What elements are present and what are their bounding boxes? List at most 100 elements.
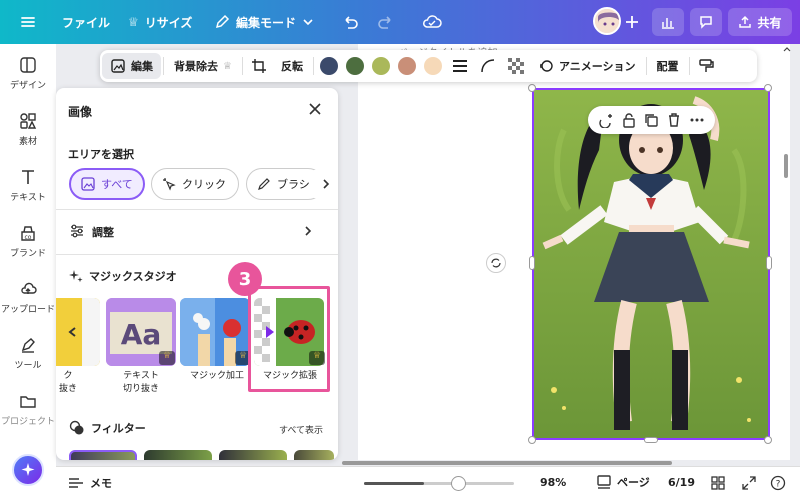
position-button[interactable]: 配置	[649, 50, 687, 82]
tile-label: マジック加工	[189, 371, 244, 381]
pages-icon	[596, 474, 612, 490]
comment-icon	[698, 14, 714, 30]
zoom-percent[interactable]: 98%	[540, 476, 566, 489]
cloud-upload-icon	[19, 280, 37, 298]
top-bar: ファイル ♕ リサイズ 編集モード 共有	[0, 0, 800, 44]
vertical-scrollbar[interactable]	[784, 154, 788, 178]
color-swatch-1[interactable]	[319, 57, 338, 75]
resize-menu[interactable]: ♕ リサイズ	[128, 0, 192, 44]
color-swatch-5[interactable]	[423, 57, 442, 75]
add-collaborator-icon[interactable]	[622, 12, 642, 32]
sidebar-item-label: テキスト	[10, 192, 46, 203]
avatar[interactable]	[593, 7, 621, 35]
memo-label: メモ	[90, 477, 112, 490]
resize-handle-br[interactable]	[764, 436, 772, 444]
chip-brush[interactable]: ブラシ	[246, 168, 324, 200]
corner-round-icon	[480, 58, 496, 74]
corner-radius-button[interactable]	[474, 50, 502, 82]
bottom-bar: メモ 98% ページ 6/19 ?	[56, 466, 800, 500]
sidebar-item-label: プロジェクト	[0, 416, 55, 427]
crown-icon: ♕	[159, 351, 175, 365]
more-options-icon[interactable]	[689, 112, 705, 128]
show-all-link[interactable]: すべて表示	[279, 423, 323, 436]
insights-button[interactable]	[652, 8, 684, 36]
color-swatch-3[interactable]	[371, 57, 390, 75]
chip-all[interactable]: すべて	[69, 168, 145, 200]
sidebar-item-text[interactable]: テキスト	[0, 160, 56, 210]
resize-handle-tl[interactable]	[528, 84, 536, 92]
panel-title: 画像	[68, 105, 93, 119]
chip-scroll-right-icon[interactable]	[314, 170, 338, 198]
bg-remove-button[interactable]: 背景除去 ♕	[166, 50, 240, 82]
transparency-button[interactable]	[502, 50, 530, 82]
color-swatch-2[interactable]	[345, 57, 364, 75]
crop-button[interactable]	[245, 50, 273, 82]
selected-image[interactable]	[532, 88, 770, 440]
share-button[interactable]: 共有	[728, 8, 792, 36]
divider	[56, 254, 338, 255]
lock-icon[interactable]	[622, 112, 636, 128]
filter-thumbnail[interactable]	[219, 450, 287, 460]
edit-image-button[interactable]: 編集	[102, 53, 161, 79]
crown-icon: ♕	[223, 60, 232, 72]
image-edit-icon	[110, 58, 126, 74]
brush-icon	[257, 177, 271, 191]
border-style-button[interactable]	[446, 50, 474, 82]
sidebar-item-projects[interactable]: プロジェクト	[0, 384, 56, 434]
resize-handle-right[interactable]	[766, 256, 772, 270]
notes-button[interactable]: メモ	[68, 475, 112, 491]
sliders-icon	[69, 223, 85, 239]
pages-button[interactable]: ページ	[596, 474, 650, 490]
filter-thumbnail[interactable]	[294, 450, 334, 460]
color-swatch-4[interactable]	[397, 57, 416, 75]
divider	[312, 57, 314, 75]
animation-icon	[538, 58, 554, 74]
rotate-handle-icon[interactable]	[486, 253, 506, 273]
sidebar-item-brand[interactable]: co ブランド	[0, 216, 56, 266]
divider	[56, 209, 338, 210]
help-icon[interactable]: ?	[770, 475, 786, 491]
horizontal-scrollbar[interactable]	[342, 461, 672, 465]
chip-label: すべて	[101, 178, 133, 191]
anime-girl-illustration	[534, 90, 768, 438]
fullscreen-icon[interactable]	[742, 476, 756, 490]
duplicate-icon[interactable]	[643, 112, 659, 128]
redo-icon[interactable]	[376, 12, 396, 32]
sidebar-item-design[interactable]: デザイン	[0, 48, 56, 98]
comment-add-icon[interactable]	[598, 112, 614, 128]
sidebar-item-uploads[interactable]: アップロード	[0, 272, 56, 322]
grid-view-icon[interactable]	[711, 476, 725, 490]
animation-button[interactable]: アニメーション	[530, 50, 644, 82]
zoom-slider-knob[interactable]	[451, 476, 466, 491]
sidebar-item-elements[interactable]: 素材	[0, 104, 56, 154]
trash-icon[interactable]	[667, 112, 681, 128]
filter-thumbnail[interactable]	[69, 450, 137, 460]
filter-circles-icon	[69, 420, 85, 436]
comments-button[interactable]	[690, 8, 722, 36]
edit-mode-menu[interactable]: 編集モード	[214, 0, 314, 44]
adjust-row[interactable]: 調整	[56, 218, 338, 244]
undo-icon[interactable]	[340, 12, 360, 32]
copy-style-button[interactable]	[692, 50, 720, 82]
flip-button[interactable]: 反転	[273, 50, 311, 82]
paint-roller-icon	[698, 58, 714, 74]
filter-thumbnail[interactable]	[144, 450, 212, 460]
divider	[645, 57, 647, 75]
magic-assistant-button[interactable]	[12, 454, 44, 486]
resize-handle-bl[interactable]	[528, 436, 536, 444]
sidebar-item-label: ツール	[14, 360, 42, 371]
resize-handle-tr[interactable]	[764, 84, 772, 92]
chip-click[interactable]: クリック	[151, 168, 239, 200]
resize-handle-bottom[interactable]	[644, 437, 658, 443]
sidebar-item-tools[interactable]: ツール	[0, 328, 56, 378]
scroll-up-icon[interactable]	[783, 46, 791, 52]
close-icon[interactable]	[308, 102, 322, 116]
file-menu[interactable]: ファイル	[62, 0, 110, 44]
tile-label: マジック拡張	[262, 371, 317, 381]
svg-text:co: co	[25, 234, 32, 241]
menu-icon[interactable]	[18, 12, 38, 32]
magic-tile-partial[interactable]	[56, 298, 100, 366]
resize-handle-left[interactable]	[529, 256, 535, 270]
cloud-saved-icon[interactable]	[421, 12, 442, 32]
zoom-slider[interactable]	[364, 476, 514, 491]
